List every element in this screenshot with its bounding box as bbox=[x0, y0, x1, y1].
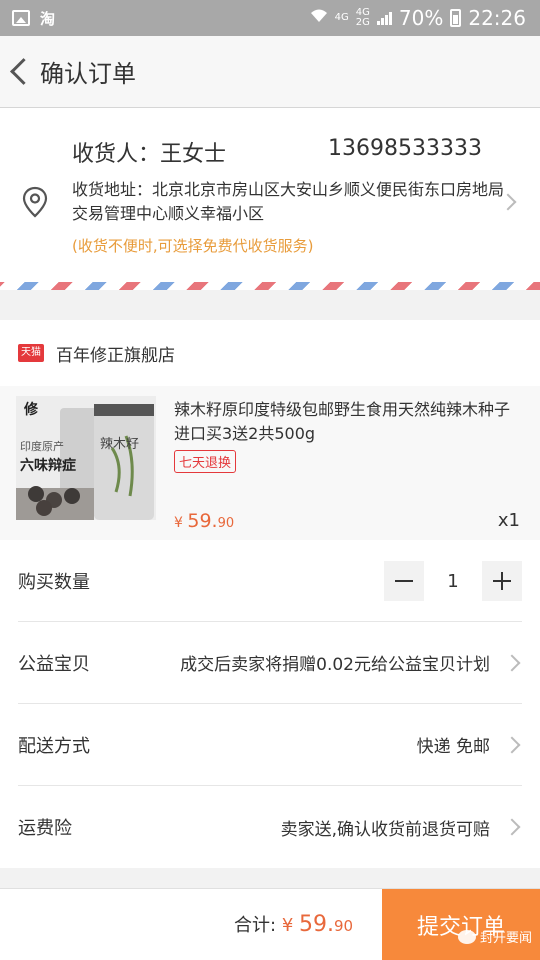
total-label: 合计: bbox=[234, 915, 277, 936]
shipping-value: 快递 免邮 bbox=[416, 737, 490, 757]
seven-day-return-badge: 七天退换 bbox=[174, 450, 237, 473]
signal-icon bbox=[376, 11, 392, 25]
product-title[interactable]: 辣木籽原印度特级包邮野生食用天然纯辣木种子进口买3送2共500g bbox=[174, 398, 524, 446]
battery-percent: 70% bbox=[398, 6, 444, 30]
address-detail: 收货地址：北京北京市房山区大安山乡顺义便民街东口房地局交易管理中心顺义幸福小区 bbox=[72, 180, 505, 223]
insurance-label: 运费险 bbox=[18, 818, 72, 839]
thumb-slogan: 六味辩症 bbox=[20, 457, 76, 474]
total-price: ¥ 59.90 bbox=[281, 912, 354, 937]
thumb-origin: 印度原产 bbox=[20, 439, 64, 453]
order-options: 购买数量 1 公益宝贝 成交后卖家将捐赠0.02元给公益宝贝计划 配送方式 快递… bbox=[0, 540, 540, 868]
back-arrow-icon[interactable] bbox=[4, 36, 40, 108]
chevron-right-icon bbox=[503, 818, 521, 836]
price-integer: 59. bbox=[187, 510, 218, 532]
chevron-right-icon bbox=[503, 736, 521, 754]
product-price: ¥ 59.90 bbox=[174, 510, 234, 532]
quantity-row: 购买数量 1 bbox=[18, 540, 522, 622]
network-top-label: 4G bbox=[334, 12, 349, 23]
receiver-phone: 13698533333 bbox=[328, 136, 482, 161]
quantity-label: 购买数量 bbox=[18, 571, 90, 593]
quantity-stepper: 1 bbox=[384, 561, 522, 601]
plus-icon[interactable] bbox=[482, 561, 522, 601]
checkout-bar: 合计: ¥ 59.90 提交订单 封开要闻 bbox=[0, 888, 540, 960]
submit-order-button[interactable]: 提交订单 bbox=[382, 889, 540, 960]
shop-header[interactable]: 天猫 百年修正旗舰店 bbox=[0, 320, 540, 386]
tmall-badge: 天猫 bbox=[18, 344, 44, 362]
network-dual-label: 4G 2G bbox=[356, 8, 370, 28]
delivery-hint[interactable]: (收货不便时,可选择免费代收货服务) bbox=[72, 235, 313, 256]
page-title: 确认订单 bbox=[40, 60, 136, 88]
price-decimal: 90 bbox=[217, 516, 235, 531]
charity-label: 公益宝贝 bbox=[18, 653, 90, 675]
product-thumbnail[interactable]: 修 印度原产 六味辩症 辣木籽 bbox=[16, 396, 156, 520]
image-notification-icon bbox=[12, 10, 30, 26]
watermark: 封开要闻 bbox=[457, 927, 532, 946]
minus-icon[interactable] bbox=[384, 561, 424, 601]
shipping-row[interactable]: 配送方式 快递 免邮 bbox=[18, 704, 522, 786]
total-price-integer: 59. bbox=[299, 912, 334, 937]
product-quantity: x1 bbox=[497, 510, 520, 531]
shop-name: 百年修正旗舰店 bbox=[56, 345, 175, 366]
receiver-name: 收货人：王女士 bbox=[72, 142, 227, 167]
total-price-decimal: 90 bbox=[334, 917, 354, 935]
quantity-value[interactable]: 1 bbox=[424, 571, 482, 592]
address-card[interactable]: 收货人：王女士 13698533333 收货地址：北京北京市房山区大安山乡顺义便… bbox=[0, 108, 540, 282]
total-price-symbol: ¥ bbox=[281, 915, 294, 936]
product-item[interactable]: 修 印度原产 六味辩症 辣木籽 辣木籽原印度特级包邮野生食用天然纯辣木种子进口买… bbox=[0, 386, 540, 540]
wechat-icon bbox=[457, 929, 476, 944]
insurance-value: 卖家送,确认收货前退货可赔 bbox=[280, 819, 490, 840]
charity-row[interactable]: 公益宝贝 成交后卖家将捐赠0.02元给公益宝贝计划 bbox=[18, 622, 522, 704]
airmail-divider bbox=[0, 282, 540, 290]
battery-icon bbox=[450, 9, 462, 27]
nav-bar: 确认订单 bbox=[0, 36, 540, 108]
thumb-product-name: 辣木籽 bbox=[100, 437, 139, 452]
location-pin-icon bbox=[22, 186, 48, 218]
shipping-label: 配送方式 bbox=[18, 735, 90, 757]
clock: 22:26 bbox=[468, 6, 526, 30]
price-symbol: ¥ bbox=[174, 515, 183, 531]
chevron-right-icon bbox=[503, 654, 521, 672]
thumb-logo: 修 bbox=[23, 401, 39, 418]
wifi-icon bbox=[310, 8, 328, 28]
insurance-row[interactable]: 运费险 卖家送,确认收货前退货可赔 bbox=[18, 786, 522, 868]
watermark-text: 封开要闻 bbox=[479, 931, 532, 946]
status-bar: 淘 4G 4G 2G 70% 22:26 bbox=[0, 0, 540, 36]
taobao-notification-icon: 淘 bbox=[40, 9, 56, 28]
charity-value: 成交后卖家将捐赠0.02元给公益宝贝计划 bbox=[180, 655, 490, 675]
network-right-label: 2G bbox=[355, 17, 370, 28]
total: 合计: ¥ 59.90 bbox=[234, 911, 353, 937]
